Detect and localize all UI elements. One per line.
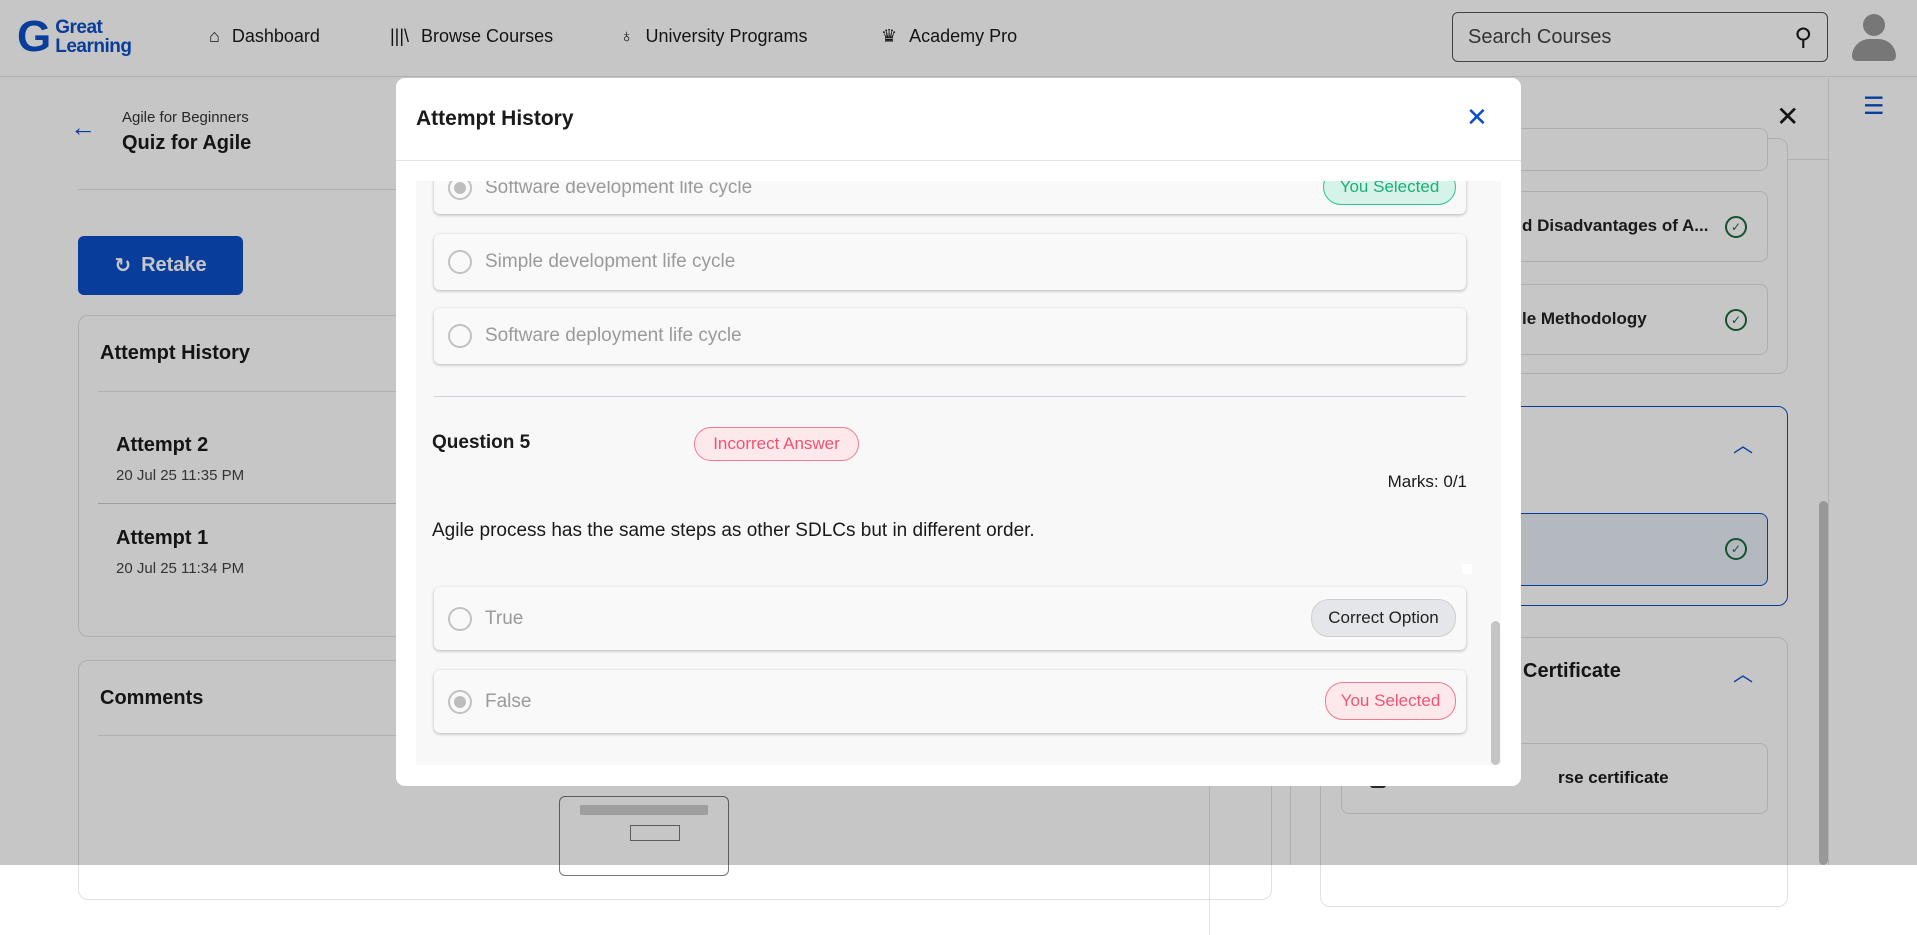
radio <box>448 250 472 274</box>
close-icon[interactable]: ✕ <box>1466 102 1488 133</box>
option-true: True Correct Option <box>434 587 1466 650</box>
option: Software deployment life cycle <box>434 308 1466 364</box>
question-text: Agile process has the same steps as othe… <box>432 520 1035 541</box>
modal-scrollbar[interactable] <box>1491 621 1500 765</box>
radio-selected <box>448 181 472 200</box>
attempt-history-modal: Attempt History ✕ Software development l… <box>396 78 1521 786</box>
option: Software development life cycle You Sele… <box>434 181 1466 214</box>
modal-body: Software development life cycle You Sele… <box>416 181 1501 765</box>
option: Simple development life cycle <box>434 234 1466 290</box>
status-badge: Incorrect Answer <box>694 427 859 461</box>
modal-title: Attempt History <box>416 107 574 130</box>
radio-selected <box>448 689 472 714</box>
option-false: False You Selected <box>434 670 1466 733</box>
radio <box>448 324 472 348</box>
radio <box>448 606 472 631</box>
marks: Marks: 0/1 <box>1387 472 1467 491</box>
question-label: Question 5 <box>432 432 531 453</box>
